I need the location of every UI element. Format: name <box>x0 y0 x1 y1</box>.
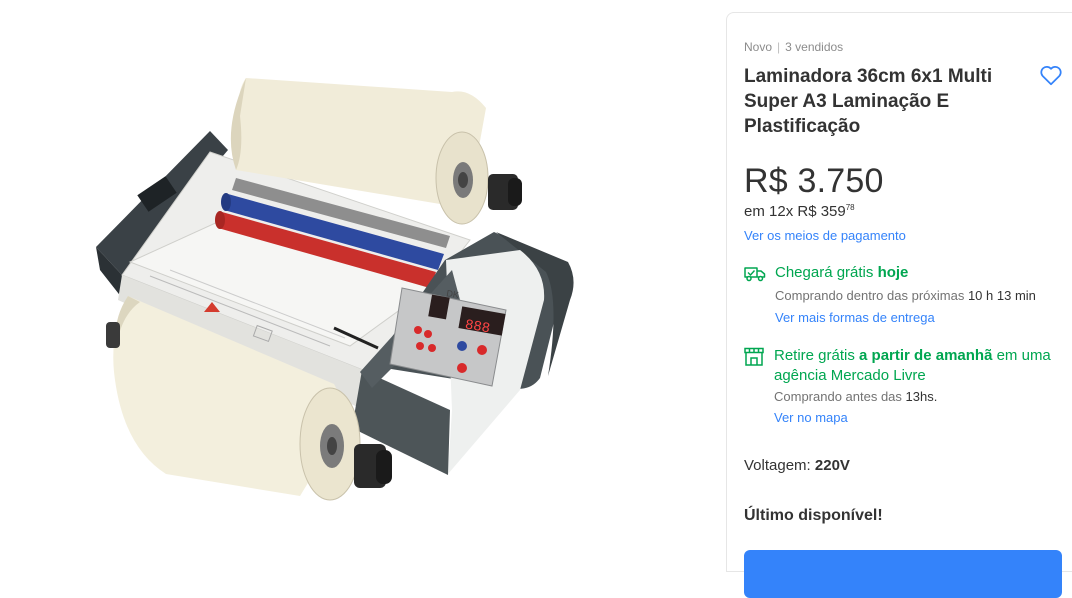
shipping-day: hoje <box>877 264 909 281</box>
pickup-title: Retire grátis a partir de amanhã em uma … <box>774 346 1064 386</box>
installments-cents: 78 <box>845 203 855 212</box>
favorite-button[interactable] <box>1038 62 1064 88</box>
truck-icon <box>744 267 766 282</box>
voltage-value: 220V <box>814 457 850 474</box>
shipping-subtitle-text: Comprando dentro das próximas <box>775 288 965 303</box>
laminator-illustration: 888 DK <box>96 78 574 501</box>
buy-now-button[interactable] <box>744 550 1062 598</box>
installments-info: em 12x R$ 35978 <box>744 203 855 220</box>
shipping-countdown: 10 h 13 min <box>967 288 1036 303</box>
heart-icon <box>1040 66 1062 86</box>
product-title: Laminadora 36cm 6x1 Multi Super A3 Lamin… <box>744 66 993 137</box>
shipping-subtitle: Comprando dentro das próximas 10 h 13 mi… <box>775 288 1036 303</box>
pickup-subtitle-text: Comprando antes das <box>774 389 902 404</box>
condition-label: Novo <box>744 40 773 54</box>
store-icon <box>744 347 764 366</box>
pickup-subtitle: Comprando antes das 13hs. <box>774 389 937 404</box>
voltage-variant: Voltagem: 220V <box>744 457 850 474</box>
product-subtitle: Novo | 3 vendidos <box>744 40 843 54</box>
price-amount: R$ 3.750 <box>744 162 884 200</box>
pickup-deadline: 13hs. <box>905 389 938 404</box>
machine-brand: DK <box>446 288 460 300</box>
product-image[interactable]: 888 DK <box>0 0 726 564</box>
payment-methods-link[interactable]: Ver os meios de pagamento <box>744 228 906 243</box>
installments-value: em 12x R$ 359 <box>744 203 846 220</box>
pickup-title-text: Retire grátis <box>774 347 855 364</box>
subtitle-divider: | <box>777 40 781 54</box>
view-map-link[interactable]: Ver no mapa <box>774 410 848 425</box>
pickup-date: a partir de amanhã <box>859 347 993 364</box>
product-gallery: 888 DK <box>0 0 726 564</box>
sold-count: 3 vendidos <box>785 40 844 54</box>
more-delivery-options-link[interactable]: Ver mais formas de entrega <box>775 310 935 325</box>
shipping-title: Chegará grátis hoje <box>775 264 908 281</box>
stock-status: Último disponível! <box>744 507 883 524</box>
shipping-title-text: Chegará grátis <box>775 264 874 281</box>
purchase-panel: Novo | 3 vendidos Laminadora 36cm 6x1 Mult… <box>726 12 1072 598</box>
voltage-label: Voltagem: <box>744 457 811 474</box>
